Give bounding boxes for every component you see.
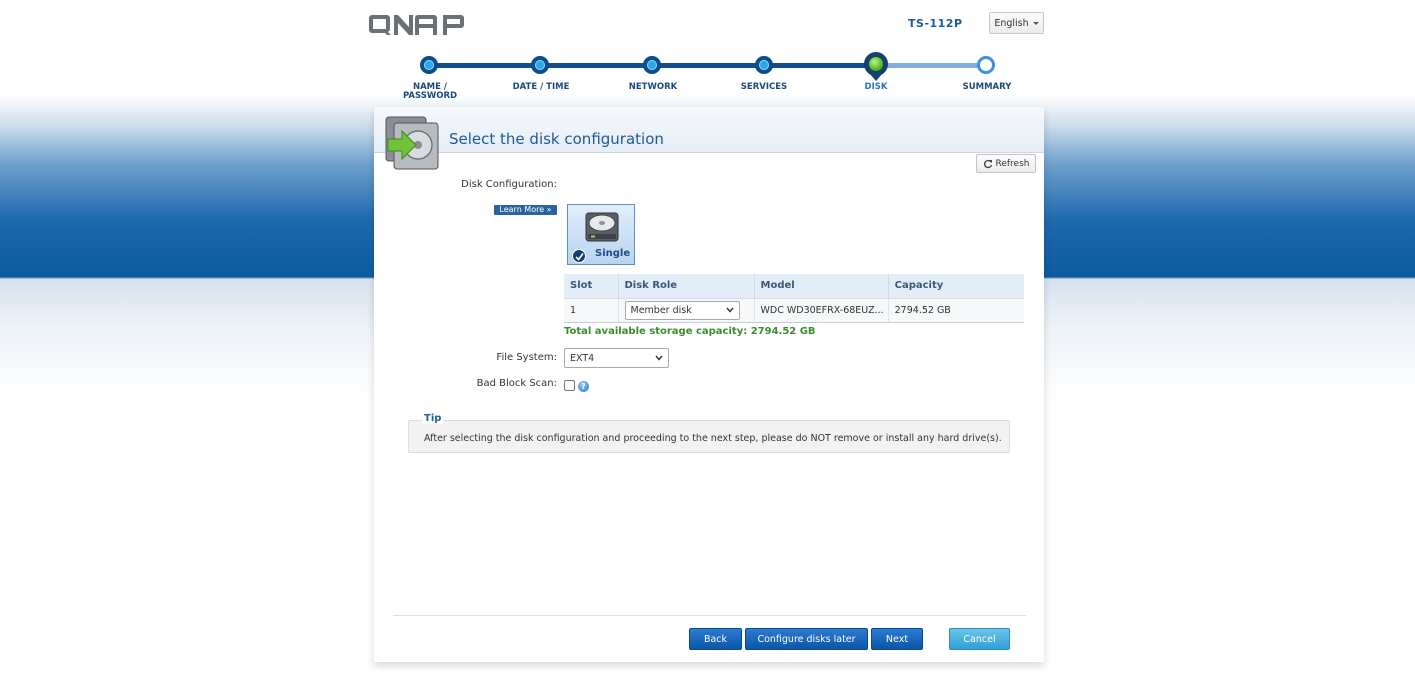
cell-model: WDC WD30EFRX-68EUZ...	[754, 298, 889, 323]
step-label-network: NETWORK	[628, 82, 678, 92]
disk-table: Slot Disk Role Model Capacity 1 Member d…	[564, 274, 1024, 323]
language-label: English	[994, 17, 1029, 29]
step-dot-name-password	[420, 56, 438, 74]
step-dot-network	[643, 56, 661, 74]
cell-slot: 1	[564, 298, 619, 323]
column-header-slot: Slot	[564, 274, 619, 299]
configure-later-button[interactable]: Configure disks later	[745, 628, 868, 650]
bad-block-scan-checkbox[interactable]	[564, 380, 575, 391]
step-label-date-time: DATE / TIME	[512, 82, 570, 92]
step-dot-date-time	[531, 56, 549, 74]
device-model: TS-112P	[908, 17, 963, 30]
selected-check-icon	[572, 249, 586, 263]
column-header-capacity: Capacity	[888, 274, 1024, 299]
step-dot-services	[755, 56, 773, 74]
file-system-select[interactable]: EXT4	[564, 348, 669, 368]
disk-role-value: Member disk	[630, 304, 692, 316]
refresh-label: Refresh	[995, 158, 1030, 169]
qnap-logo	[369, 15, 464, 35]
step-label-disk: DISK	[864, 82, 888, 92]
column-header-disk-role: Disk Role	[618, 274, 755, 299]
hard-disk-icon	[585, 212, 619, 242]
step-dot-disk	[864, 52, 888, 76]
wizard-steps: NAME / PASSWORD DATE / TIME NETWORK SERV…	[370, 52, 1050, 107]
page-title: Select the disk configuration	[449, 130, 664, 148]
back-button[interactable]: Back	[689, 628, 742, 650]
caret-down-icon	[1032, 21, 1039, 25]
refresh-button[interactable]: Refresh	[976, 154, 1036, 173]
footer-divider	[393, 615, 1026, 616]
disk-config-panel: Select the disk configuration Refresh Di…	[374, 107, 1044, 662]
cell-capacity: 2794.52 GB	[888, 298, 1024, 323]
learn-more-button[interactable]: Learn More »	[494, 205, 557, 215]
cell-disk-role: Member disk	[618, 298, 755, 323]
config-option-label: Single	[595, 248, 631, 259]
tip-box: After selecting the disk configuration a…	[408, 420, 1010, 453]
total-capacity-text: Total available storage capacity: 2794.5…	[564, 326, 816, 337]
step-label-summary: SUMMARY	[962, 82, 1012, 92]
file-system-label: File System:	[496, 352, 557, 363]
next-button[interactable]: Next	[871, 628, 923, 650]
config-option-single[interactable]: Single	[567, 204, 635, 265]
refresh-icon	[983, 159, 992, 168]
step-dot-summary	[977, 56, 995, 74]
chevron-down-icon	[655, 355, 663, 361]
panel-header: Select the disk configuration	[374, 107, 1044, 170]
chevron-down-icon	[725, 307, 734, 313]
language-dropdown[interactable]: English	[989, 12, 1044, 34]
table-header-row: Slot Disk Role Model Capacity	[564, 274, 1024, 299]
tip-text: After selecting the disk configuration a…	[424, 433, 1002, 444]
tip-title: Tip	[422, 413, 444, 424]
active-step-pointer	[870, 74, 882, 81]
disk-role-select[interactable]: Member disk	[624, 300, 740, 320]
file-system-value: EXT4	[570, 352, 595, 364]
step-label-name-line2: PASSWORD	[402, 91, 458, 101]
column-header-model: Model	[754, 274, 889, 299]
cancel-button[interactable]: Cancel	[949, 628, 1010, 650]
progress-line-remaining	[875, 63, 987, 68]
disk-setup-icon	[385, 116, 439, 170]
bad-block-scan-label: Bad Block Scan:	[476, 378, 557, 389]
disk-config-label: Disk Configuration:	[461, 179, 557, 190]
help-icon[interactable]: ?	[578, 381, 589, 392]
step-label-services: SERVICES	[740, 82, 788, 92]
table-row: 1 Member disk WDC WD30EFRX-68EUZ... 2794…	[564, 298, 1024, 323]
step-label-name-password: NAME / PASSWORD	[375, 83, 485, 101]
